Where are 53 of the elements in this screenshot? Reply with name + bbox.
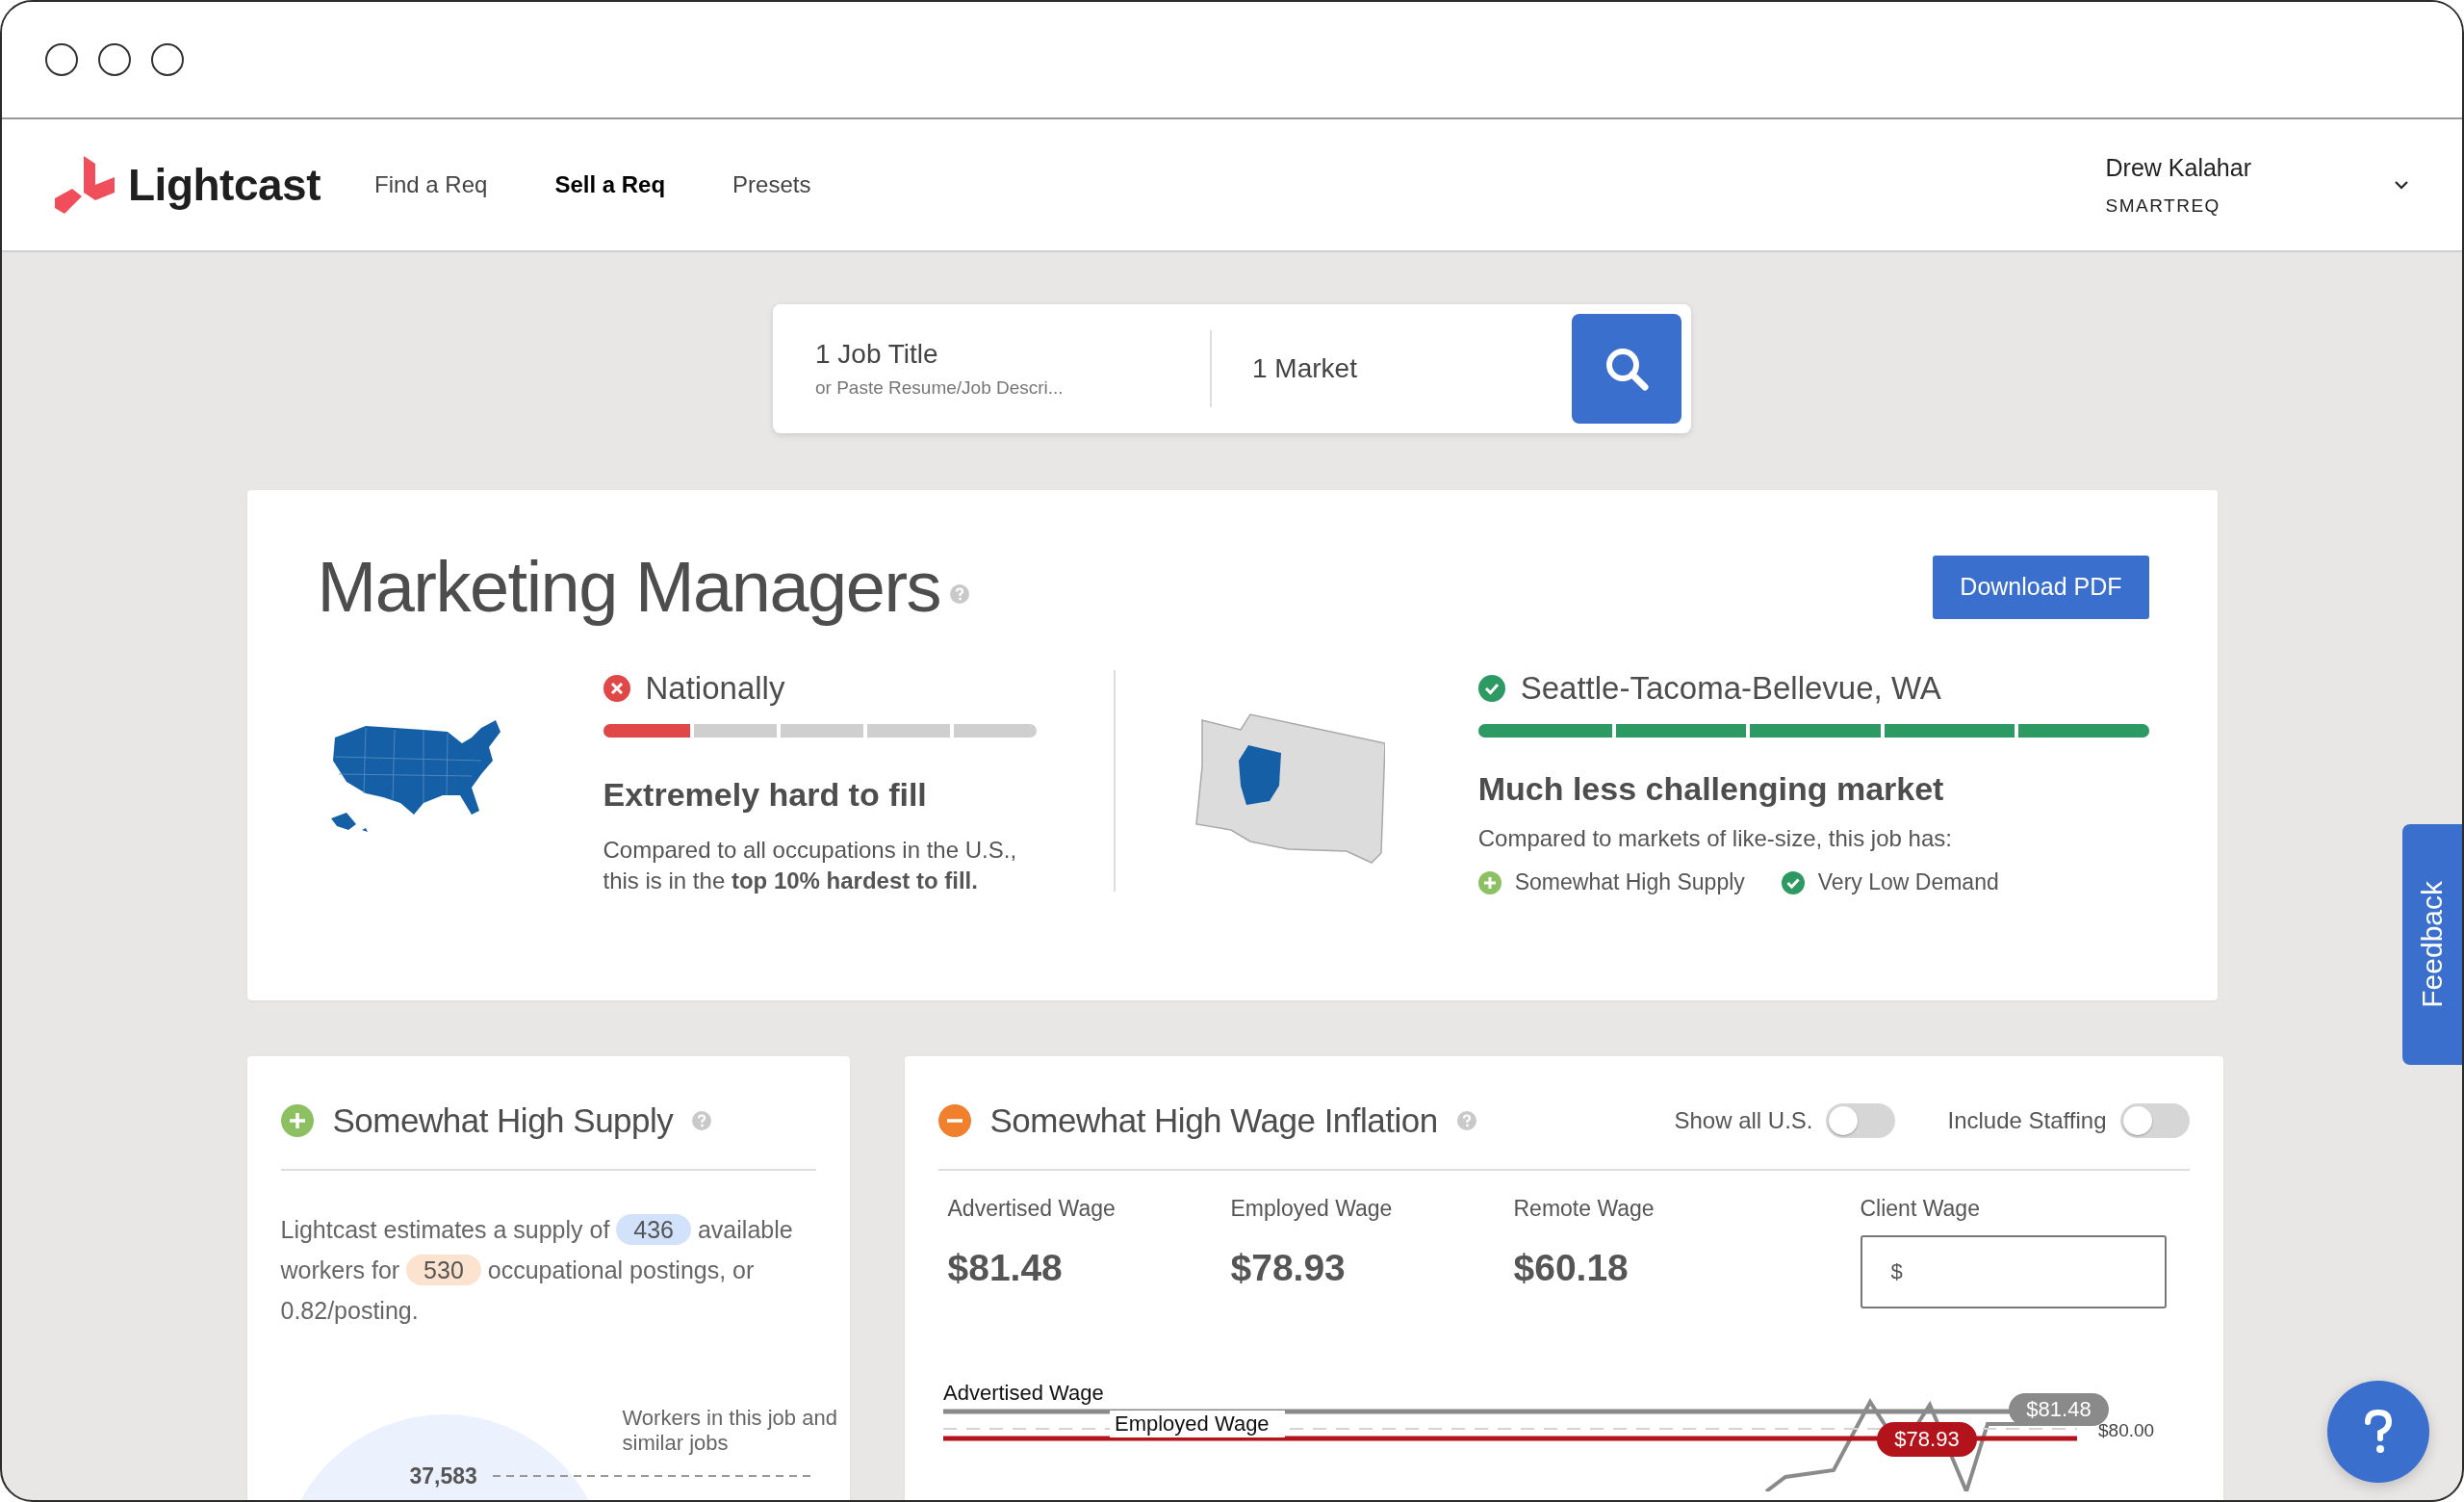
help-icon[interactable] bbox=[692, 1111, 712, 1130]
help-icon[interactable] bbox=[950, 583, 970, 604]
value-marker: $78.93 bbox=[1876, 1422, 1977, 1457]
wage-label: Advertised Wage bbox=[947, 1196, 1116, 1222]
nav-link[interactable]: Presets bbox=[732, 166, 811, 204]
occupation-title: Marketing Managers bbox=[317, 546, 941, 628]
user-role: SMARTREQ bbox=[2105, 194, 2221, 217]
user-name[interactable]: Drew Kalahar bbox=[2105, 153, 2251, 182]
download-pdf-button[interactable]: Download PDF bbox=[1933, 555, 2149, 619]
status-icon bbox=[1781, 870, 1805, 894]
chart-value: 37,583 bbox=[409, 1463, 477, 1489]
wage-value: $60.18 bbox=[1513, 1247, 1630, 1289]
market-headline: Extremely hard to fill bbox=[603, 776, 928, 814]
wage-label: Client Wage bbox=[1860, 1196, 1981, 1222]
card-title: Somewhat High Wage Inflation bbox=[989, 1101, 1438, 1140]
factor-label: Very Low Demand bbox=[1817, 869, 1999, 895]
job-title-field[interactable]: 1 Job Title bbox=[815, 339, 1210, 370]
chevron-down-icon[interactable] bbox=[2394, 180, 2409, 190]
logo-text[interactable]: Lightcast bbox=[128, 159, 321, 211]
toggle-switch[interactable] bbox=[1826, 1103, 1896, 1138]
help-icon[interactable] bbox=[1456, 1111, 1476, 1130]
status-icon bbox=[1477, 675, 1505, 702]
wage-value: $81.48 bbox=[947, 1247, 1064, 1289]
market-description: Compared to markets of like-size, this job has: bbox=[1477, 824, 1953, 853]
status-icon bbox=[280, 1104, 314, 1137]
toggle-label: Show all U.S. bbox=[1674, 1107, 1813, 1134]
market-headline: Much less challenging market bbox=[1477, 770, 1945, 808]
feedback-tab[interactable]: Feedback bbox=[2402, 824, 2462, 1065]
market-description: Compared to all occupations in the U.S., this is in the top 10% hardest to fill. bbox=[603, 836, 1018, 895]
supply-summary: Lightcast estimates a supply of 436 available workers for 530 occupational postings, or 0.82/posting. bbox=[280, 1213, 794, 1326]
job-title-hint: or Paste Resume/Job Descri... bbox=[815, 377, 1065, 399]
wage-value: $78.93 bbox=[1230, 1247, 1347, 1289]
market-name: Nationally bbox=[645, 670, 785, 707]
wage-label: Remote Wage bbox=[1513, 1196, 1656, 1222]
logo-icon bbox=[55, 156, 115, 214]
series-label: Employed Wage bbox=[1109, 1411, 1285, 1437]
card-title: Somewhat High Supply bbox=[332, 1101, 674, 1140]
market-name: Seattle-Tacoma-Bellevue, WA bbox=[1520, 670, 1941, 707]
status-icon bbox=[937, 1104, 971, 1137]
chart-caption: Workers in this job and similar jobs bbox=[622, 1406, 838, 1456]
factor-label: Somewhat High Supply bbox=[1514, 869, 1745, 895]
wage-label: Employed Wage bbox=[1230, 1196, 1394, 1222]
toggle-switch[interactable] bbox=[2119, 1103, 2190, 1138]
status-icon bbox=[603, 675, 630, 702]
nav-link[interactable]: Sell a Req bbox=[554, 166, 666, 204]
search-button[interactable] bbox=[1572, 314, 1681, 424]
toggle-label: Include Staffing bbox=[1947, 1107, 2107, 1134]
market-field[interactable]: 1 Market bbox=[1252, 353, 1572, 384]
nav-link[interactable]: Find a Req bbox=[373, 166, 488, 204]
help-icon bbox=[2362, 1409, 2395, 1455]
client-wage-field[interactable]: $ bbox=[1860, 1235, 2167, 1308]
status-icon bbox=[1477, 870, 1502, 894]
series-label: Advertised Wage bbox=[942, 1381, 1104, 1405]
